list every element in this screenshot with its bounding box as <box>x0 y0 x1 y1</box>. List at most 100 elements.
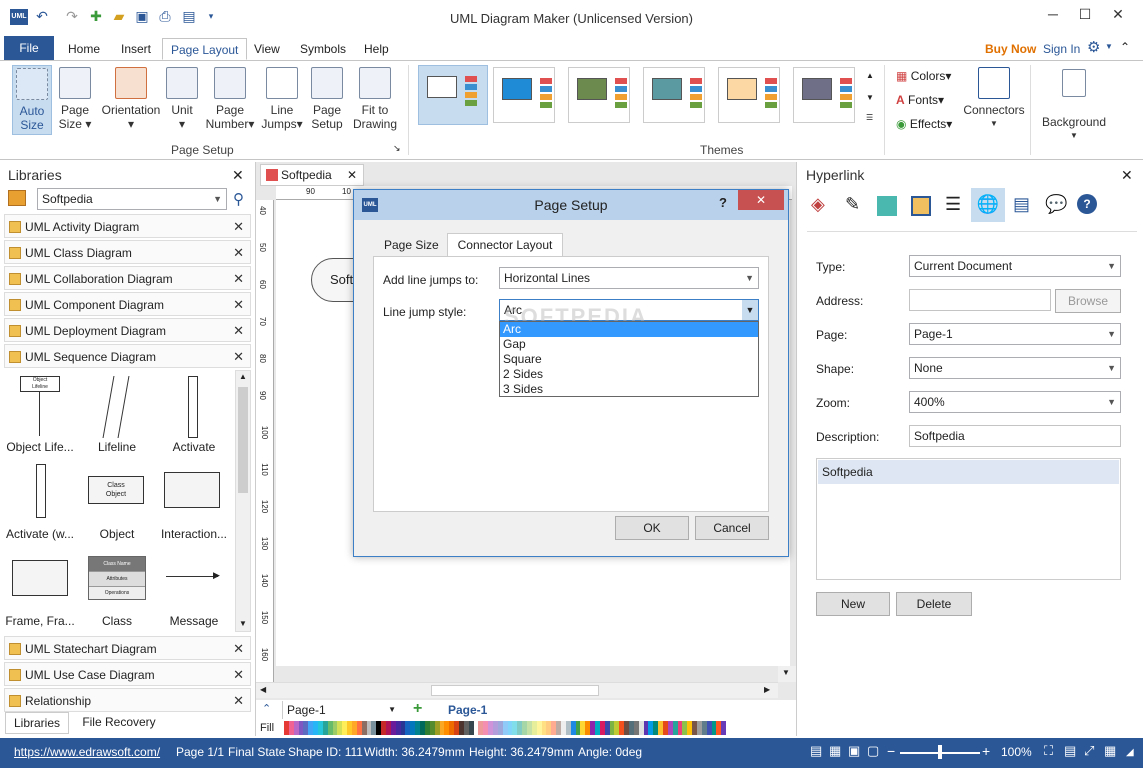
shape-select[interactable]: None ▼ <box>909 357 1121 379</box>
canvas-scroll-down-icon[interactable]: ▼ <box>782 668 790 677</box>
library-item[interactable]: UML Statechart Diagram ✕ <box>4 636 251 660</box>
auto-size-button[interactable]: Auto Size <box>12 65 52 135</box>
unit-button[interactable]: Unit ▾ <box>164 65 200 135</box>
tab-symbols[interactable]: Symbols <box>292 38 354 60</box>
close-library-icon[interactable]: ✕ <box>233 349 244 365</box>
frame-shape[interactable] <box>12 560 68 596</box>
theme-option[interactable] <box>493 67 555 123</box>
delete-button[interactable]: Delete <box>896 592 972 616</box>
library-item[interactable]: UML Activity Diagram ✕ <box>4 214 251 238</box>
page-setup-button[interactable]: Page Setup <box>308 65 346 135</box>
shape-label[interactable]: Interaction... <box>154 527 234 541</box>
library-item[interactable]: UML Sequence Diagram ✕ <box>4 344 251 368</box>
hyperlink-list-item[interactable]: Softpedia <box>818 460 1119 484</box>
colors-button[interactable]: ▦ Colors▾ <box>896 69 951 83</box>
fonts-button[interactable]: A Fonts▾ <box>896 93 944 107</box>
class-shape[interactable]: Class Name Attributes Operations <box>88 556 146 600</box>
scroll-up-icon[interactable]: ▲ <box>239 372 247 381</box>
page-size-button[interactable]: Page Size ▾ <box>57 65 93 135</box>
palette-swatch[interactable] <box>721 721 727 735</box>
dialog-help-button[interactable]: ? <box>719 195 727 210</box>
close-window-icon[interactable]: ✕ <box>1104 6 1132 26</box>
dialog-ok-button[interactable]: OK <box>615 516 689 540</box>
dialog-tab-connector-layout[interactable]: Connector Layout <box>447 233 563 257</box>
canvas-hscroll-thumb[interactable] <box>431 685 599 696</box>
line-icon[interactable]: ✎ <box>845 194 860 215</box>
help-icon[interactable]: ? <box>1077 194 1097 214</box>
page-tab-active[interactable]: Page-1 <box>448 703 487 717</box>
collapse-ribbon-icon[interactable]: ⌃ <box>1120 40 1130 54</box>
connectors-button[interactable]: Connectors ▼ <box>961 65 1027 135</box>
close-document-icon[interactable]: ✕ <box>347 165 357 185</box>
dropdown-option[interactable]: 2 Sides <box>500 367 758 382</box>
attachment-icon[interactable]: ▤ <box>1013 194 1030 215</box>
line-jumps-button[interactable]: Line Jumps▾ <box>260 65 304 135</box>
close-library-icon[interactable]: ✕ <box>233 271 244 287</box>
view-normal-icon[interactable]: ▤ <box>810 743 822 759</box>
browse-button[interactable]: Browse <box>1055 289 1121 313</box>
canvas-scroll-right-icon[interactable]: ▶ <box>764 685 770 694</box>
fit-page-icon[interactable]: ⛶ <box>1044 743 1053 759</box>
library-item[interactable]: UML Class Diagram ✕ <box>4 240 251 264</box>
dropdown-option[interactable]: 3 Sides <box>500 382 758 397</box>
settings-dropdown-icon[interactable]: ▼ <box>1105 42 1113 51</box>
lifeline-shape[interactable] <box>102 376 130 438</box>
dialog-tab-page-size[interactable]: Page Size <box>384 238 439 252</box>
close-library-icon[interactable]: ✕ <box>233 219 244 235</box>
page-selector[interactable]: Page-1 ▼ <box>282 701 400 719</box>
maximize-icon[interactable]: ☐ <box>1071 6 1099 26</box>
theme-scroll-down-icon[interactable]: ▼ <box>866 93 874 102</box>
shape-scrollbar[interactable]: ▲ ▼ <box>235 370 251 632</box>
tab-insert[interactable]: Insert <box>113 38 159 60</box>
theme-option[interactable] <box>568 67 630 123</box>
type-select[interactable]: Current Document ▼ <box>909 255 1121 277</box>
settings-gear-icon[interactable]: ⚙ <box>1087 38 1100 56</box>
comment-icon[interactable]: 💬 <box>1045 194 1067 215</box>
close-library-icon[interactable]: ✕ <box>233 667 244 683</box>
zoom-in-icon[interactable]: + <box>982 743 990 759</box>
add-page-icon[interactable]: + <box>413 700 422 718</box>
scroll-thumb[interactable] <box>238 387 248 493</box>
status-url-link[interactable]: https://www.edrawsoft.com/ <box>14 745 160 759</box>
library-item[interactable]: UML Use Case Diagram ✕ <box>4 662 251 686</box>
scroll-down-icon[interactable]: ▼ <box>239 619 247 628</box>
close-hyperlink-icon[interactable]: ✕ <box>1121 167 1133 184</box>
close-library-icon[interactable]: ✕ <box>233 323 244 339</box>
add-line-jumps-select[interactable]: Horizontal Lines ▼ <box>499 267 759 289</box>
hyperlink-list[interactable]: Softpedia <box>816 458 1121 580</box>
dropdown-option[interactable]: Gap <box>500 337 758 352</box>
file-recovery-bottom-tab[interactable]: File Recovery <box>76 712 162 734</box>
minimize-icon[interactable]: ─ <box>1039 6 1067 26</box>
theme-option[interactable] <box>643 67 705 123</box>
dialog-cancel-button[interactable]: Cancel <box>695 516 769 540</box>
fit-width-icon[interactable]: ▤ <box>1064 743 1076 759</box>
fullscreen-icon[interactable]: ⤢ <box>1084 743 1094 759</box>
shape-label[interactable]: Lifeline <box>77 440 157 454</box>
search-icon[interactable]: ⚲ <box>233 190 244 208</box>
hyperlink-icon[interactable]: 🌐 <box>971 188 1005 222</box>
new-button[interactable]: New <box>816 592 890 616</box>
zoom-slider-thumb[interactable] <box>938 745 942 759</box>
shadow-icon[interactable] <box>877 196 897 216</box>
library-item[interactable]: UML Component Diagram ✕ <box>4 292 251 316</box>
canvas-hscrollbar[interactable]: ◀ ▶ <box>256 682 778 698</box>
view-fit-icon[interactable]: ▦ <box>829 743 841 759</box>
shape-label[interactable]: Object <box>77 527 157 541</box>
dropdown-option[interactable]: Square <box>500 352 758 367</box>
orientation-button[interactable]: Orientation ▾ <box>99 65 163 135</box>
tab-page-layout[interactable]: Page Layout <box>162 38 248 60</box>
object-lifeline-shape[interactable]: Object Lifeline <box>20 376 60 436</box>
shape-label[interactable]: Message <box>154 614 234 628</box>
class-object-shape[interactable]: Class Object <box>88 476 144 504</box>
background-button[interactable]: Background ▼ <box>1040 67 1108 140</box>
resize-grip-icon[interactable]: ◢ <box>1126 747 1134 758</box>
page-tabs-collapse-icon[interactable]: ⌃ <box>262 702 271 715</box>
page-setup-launcher-icon[interactable]: ↘ <box>393 143 401 154</box>
interaction-shape[interactable] <box>164 472 220 508</box>
page-number-button[interactable]: Page Number▾ <box>204 65 256 135</box>
document-tab[interactable]: Softpedia ✕ <box>260 164 364 186</box>
canvas-scroll-left-icon[interactable]: ◀ <box>260 685 266 694</box>
close-library-icon[interactable]: ✕ <box>233 245 244 261</box>
message-shape[interactable] <box>166 576 218 577</box>
shape-label[interactable]: Activate <box>154 440 234 454</box>
